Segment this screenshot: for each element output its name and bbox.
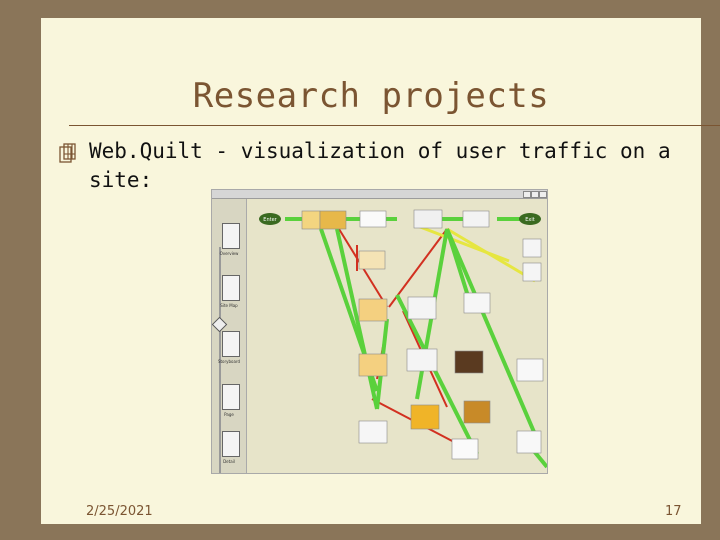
page-node xyxy=(463,400,491,424)
overview-icon xyxy=(222,223,240,249)
tool-label: Storyboard xyxy=(217,359,241,364)
storyboard-icon xyxy=(222,331,240,357)
tool-site-map: Site Map xyxy=(216,275,242,315)
page-node xyxy=(451,438,479,460)
slide-title: Research projects xyxy=(192,76,550,116)
page-node xyxy=(407,296,437,320)
page-node xyxy=(358,298,388,322)
page-node xyxy=(410,404,440,430)
page-node xyxy=(463,292,491,314)
page-node xyxy=(522,262,542,282)
page-node xyxy=(462,210,490,228)
page-node xyxy=(319,210,347,230)
tool-overview: Overview xyxy=(216,223,242,263)
minimize-icon xyxy=(523,191,531,198)
bullet-text: Web.Quilt - visualization of user traffi… xyxy=(89,139,671,192)
tool-detail: Detail xyxy=(216,431,242,471)
site-map-icon xyxy=(222,275,240,301)
page-node xyxy=(454,350,484,374)
page-node xyxy=(358,420,388,444)
tool-label: Site Map xyxy=(220,303,238,308)
page-node xyxy=(301,210,321,230)
page-icon xyxy=(222,384,240,410)
bullet-icon xyxy=(59,143,76,163)
close-icon xyxy=(539,191,547,198)
maximize-icon xyxy=(531,191,539,198)
traffic-graph-canvas: Enter Exit xyxy=(259,209,547,469)
footer-date: 2/25/2021 xyxy=(86,504,153,519)
page-number: 17 xyxy=(665,504,682,519)
page-node xyxy=(516,430,542,454)
enter-label: Enter xyxy=(263,217,277,223)
tool-label: Overview xyxy=(219,251,239,256)
zoom-toolbar: Overview Site Map Storyboard Page Detail xyxy=(212,199,247,473)
exit-label: Exit xyxy=(525,217,535,223)
slide: Research projects Web.Quilt - visualizat… xyxy=(41,18,720,524)
page-node xyxy=(516,358,544,382)
page-node xyxy=(358,250,386,270)
webquilt-screenshot: Overview Site Map Storyboard Page Detail xyxy=(211,189,548,474)
title-divider xyxy=(69,125,720,126)
page-node xyxy=(406,348,438,372)
page-node xyxy=(359,210,387,228)
page-node xyxy=(358,353,388,377)
detail-icon xyxy=(222,431,240,457)
tool-page: Page xyxy=(216,384,242,424)
tool-storyboard: Storyboard xyxy=(216,331,242,371)
window-titlebar xyxy=(212,190,547,199)
page-node xyxy=(413,209,443,229)
tool-label: Detail xyxy=(223,459,235,464)
zoom-slider-knob xyxy=(212,316,228,333)
page-node xyxy=(522,238,542,258)
tool-label: Page xyxy=(224,412,234,417)
